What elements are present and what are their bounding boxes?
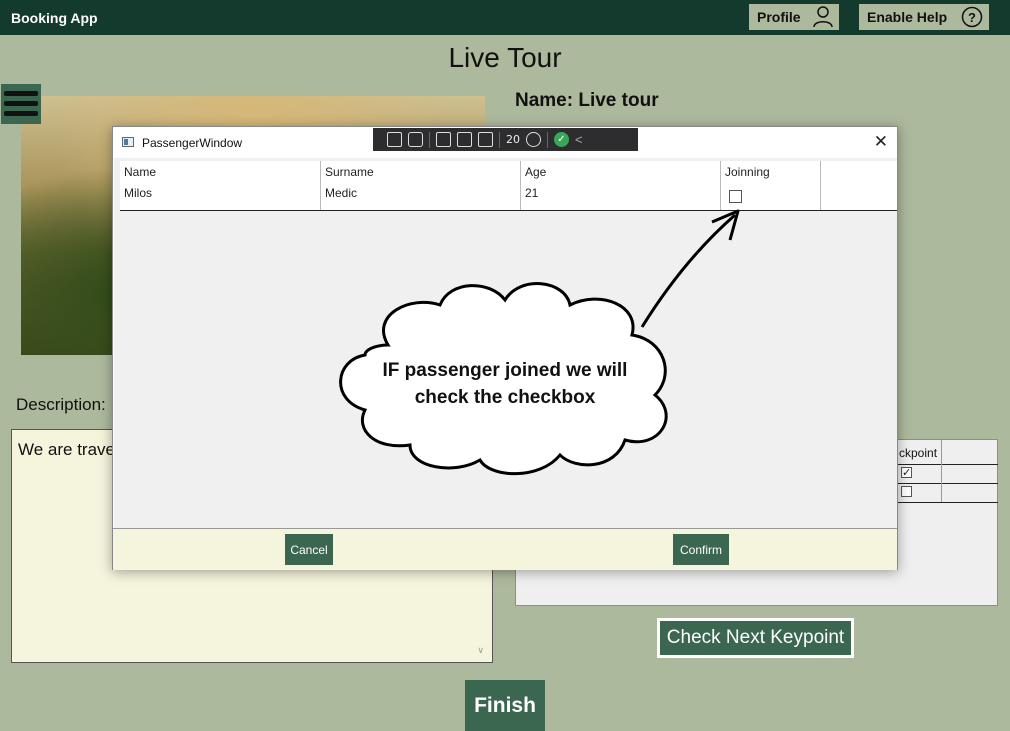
annotation-line-1: IF passenger joined we will xyxy=(382,360,628,381)
annotation-text: IF passenger joined we will check the ch… xyxy=(340,357,670,411)
annotation-line-2: check the checkbox xyxy=(414,387,596,408)
